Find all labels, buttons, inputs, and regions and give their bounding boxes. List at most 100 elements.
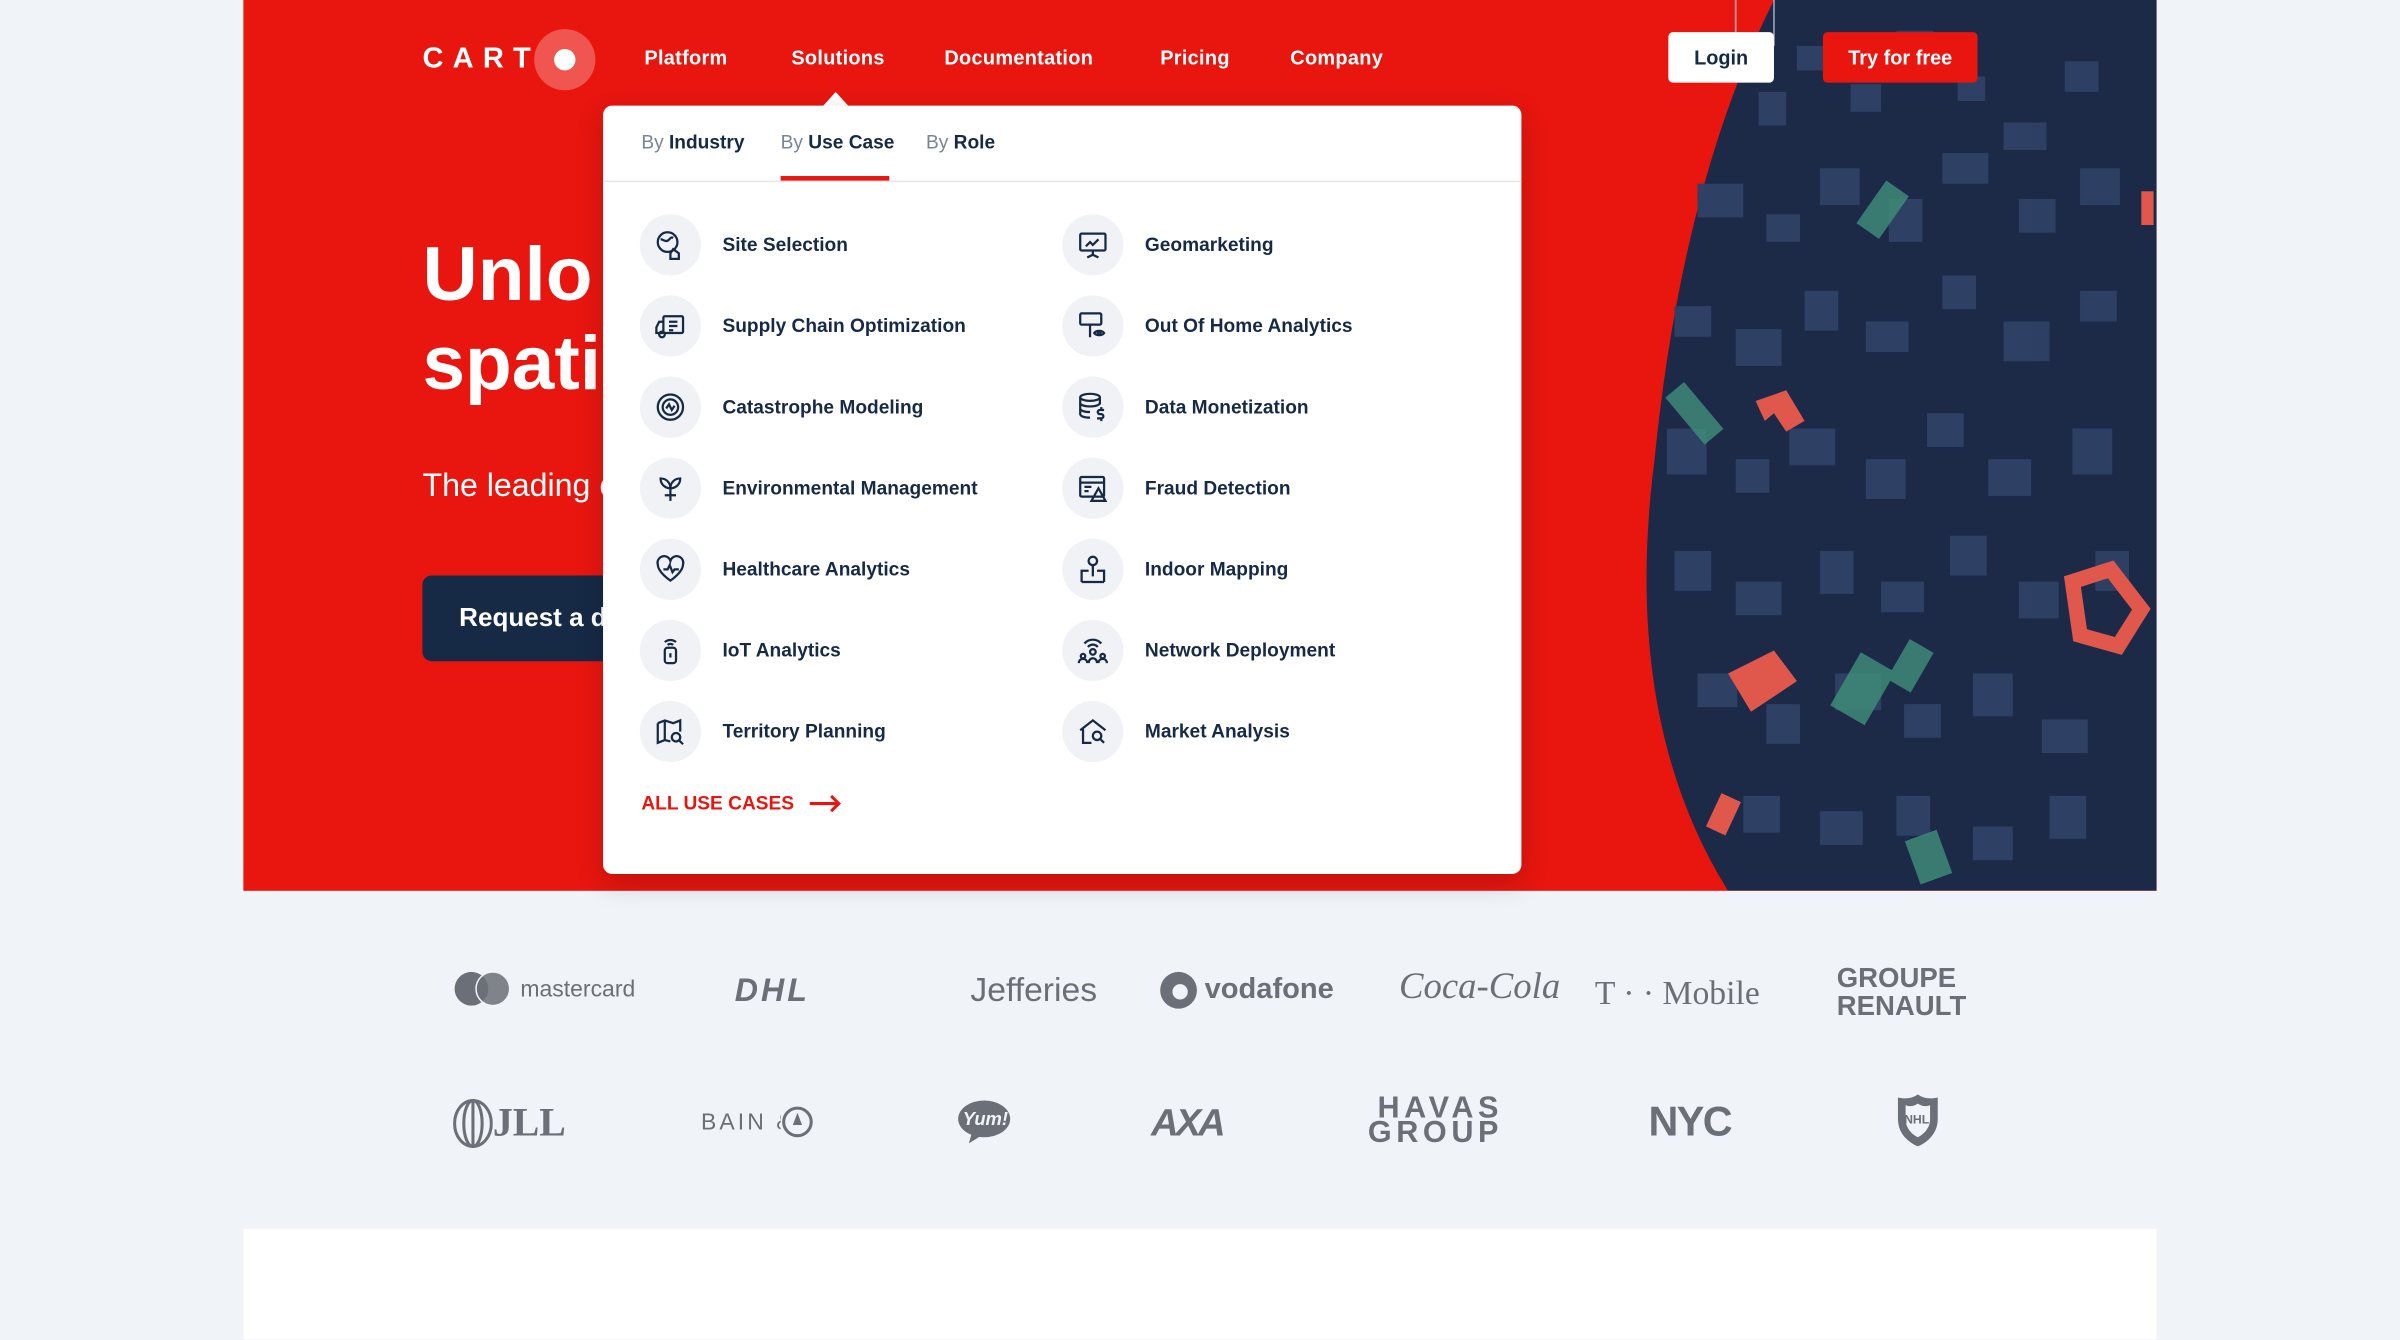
logo-jll: JLL xyxy=(453,1098,566,1148)
use-case-label: Fraud Detection xyxy=(1144,477,1291,499)
use-case-label: IoT Analytics xyxy=(722,639,841,662)
logo-text: HAVAS GROUP xyxy=(1367,1091,1504,1150)
logo-havas: HAVAS GROUP xyxy=(1365,1091,1504,1150)
logo-text: JLL xyxy=(492,1100,566,1145)
logo-circle-icon xyxy=(533,29,596,91)
truck-icon xyxy=(639,295,702,357)
tab-label: Industry xyxy=(668,131,745,154)
login-button[interactable]: Login xyxy=(1668,32,1774,83)
tab-by-role[interactable]: By Role xyxy=(926,132,995,153)
use-case-label: Site Selection xyxy=(722,234,848,256)
vodafone-speechmark-icon xyxy=(1160,971,1197,1009)
use-case-label: Healthcare Analytics xyxy=(722,558,910,581)
use-case-healthcare-analytics[interactable]: Healthcare Analytics xyxy=(639,538,910,600)
use-case-territory-planning[interactable]: Territory Planning xyxy=(639,701,886,763)
logo-groupe-renault: GROUPE RENAULT xyxy=(1837,964,1967,1019)
arrow-right-icon xyxy=(809,794,841,813)
logo-text: Coca-Cola xyxy=(1398,967,1561,1008)
indoor-pin-icon xyxy=(1062,538,1124,600)
logo-nyc: NYC xyxy=(1648,1098,1732,1146)
tab-label: Use Case xyxy=(808,131,895,154)
use-case-site-selection[interactable]: Site Selection xyxy=(639,214,848,276)
all-use-cases-label: ALL USE CASES xyxy=(641,792,795,815)
mastercard-circles-icon xyxy=(454,971,511,1007)
network-people-icon xyxy=(1062,619,1124,682)
use-case-label: Out Of Home Analytics xyxy=(1144,315,1353,337)
database-dollar-icon xyxy=(1062,376,1124,438)
logo-t-mobile: T · · Mobile xyxy=(1595,973,1760,1013)
use-case-label: Indoor Mapping xyxy=(1144,558,1289,581)
fraud-alert-icon xyxy=(1062,457,1124,519)
logo-coca-cola: Coca-Cola xyxy=(1399,967,1560,1008)
logo-text: AXA xyxy=(1151,1102,1226,1145)
logo-text: Yum! xyxy=(962,1108,1008,1130)
nav-solutions[interactable]: Solutions xyxy=(791,46,884,69)
nav-pricing[interactable]: Pricing xyxy=(1160,46,1230,69)
logo-text: Jefferies xyxy=(970,970,1098,1009)
use-case-label: Network Deployment xyxy=(1144,639,1336,662)
logo-text: GROUPE RENAULT xyxy=(1836,962,1967,1021)
all-use-cases-link[interactable]: ALL USE CASES xyxy=(641,793,843,814)
use-case-supply-chain[interactable]: Supply Chain Optimization xyxy=(639,295,966,357)
billboard-eye-icon xyxy=(1062,295,1124,357)
logo-vodafone: vodafone xyxy=(1159,970,1334,1010)
house-search-icon xyxy=(1062,701,1124,763)
nav-documentation[interactable]: Documentation xyxy=(944,46,1093,69)
bain-compass-icon xyxy=(782,1106,813,1138)
tab-prefix: By xyxy=(926,131,949,154)
use-case-environmental-management[interactable]: Environmental Management xyxy=(639,457,978,519)
use-case-iot-analytics[interactable]: IoT Analytics xyxy=(639,619,841,682)
tab-label: Role xyxy=(953,131,996,154)
plant-icon xyxy=(639,457,702,519)
presentation-icon xyxy=(1062,214,1124,276)
logo-wordmark: CART xyxy=(422,42,540,75)
hero-title-line1: Unlo xyxy=(422,231,593,317)
client-logos: mastercard DHL Jefferies vodafone Coca-C… xyxy=(0,918,2400,1209)
hero-subtitle: The leading c xyxy=(422,468,607,504)
logo-yum: Yum! xyxy=(957,1099,1012,1145)
hero-title-line2: spati xyxy=(422,319,602,406)
next-section xyxy=(243,1229,2157,1340)
tab-by-use-case[interactable]: By Use Case xyxy=(781,132,895,153)
use-case-fraud-detection[interactable]: Fraud Detection xyxy=(1062,457,1291,519)
try-for-free-button[interactable]: Try for free xyxy=(1822,32,1978,83)
use-case-out-of-home[interactable]: Out Of Home Analytics xyxy=(1062,295,1353,357)
use-case-label: Data Monetization xyxy=(1144,396,1309,418)
use-case-data-monetization[interactable]: Data Monetization xyxy=(1062,376,1309,438)
use-case-label: Territory Planning xyxy=(722,720,886,743)
iot-icon xyxy=(639,619,702,682)
logo-dhl: DHL xyxy=(735,973,810,1010)
use-case-label: Geomarketing xyxy=(1144,234,1274,256)
active-tab-indicator xyxy=(780,176,890,181)
dropdown-tabs: By Industry By Use Case By Role xyxy=(603,106,1522,183)
heart-pulse-icon xyxy=(639,538,702,600)
logo-text: mastercard xyxy=(520,975,636,1002)
hero-title: Unlo spati xyxy=(422,230,621,408)
logo-bain: BAIN & COMPANY xyxy=(701,1105,814,1139)
use-case-market-analysis[interactable]: Market Analysis xyxy=(1062,701,1290,763)
tab-by-industry[interactable]: By Industry xyxy=(641,132,744,153)
request-demo-button[interactable]: Request a d xyxy=(422,575,622,662)
use-case-label: Catastrophe Modeling xyxy=(722,396,924,418)
use-case-catastrophe-modeling[interactable]: Catastrophe Modeling xyxy=(639,376,924,438)
tab-prefix: By xyxy=(641,131,664,154)
logo-text: BAIN & COMPANY xyxy=(701,1108,781,1135)
solutions-dropdown: By Industry By Use Case By Role Site Sel… xyxy=(603,105,1522,874)
use-case-label: Market Analysis xyxy=(1144,720,1290,743)
use-case-label: Supply Chain Optimization xyxy=(722,315,966,337)
logo-axa: AXA xyxy=(1151,1102,1226,1146)
nav-platform[interactable]: Platform xyxy=(644,46,727,69)
site-selection-icon xyxy=(639,214,702,276)
use-case-network-deployment[interactable]: Network Deployment xyxy=(1062,619,1336,682)
logo-nhl: NHL xyxy=(1895,1093,1941,1148)
carto-logo[interactable]: CART xyxy=(422,29,596,91)
nav-company[interactable]: Company xyxy=(1290,46,1383,69)
use-case-indoor-mapping[interactable]: Indoor Mapping xyxy=(1062,538,1289,600)
map-search-icon xyxy=(639,701,702,763)
use-case-geomarketing[interactable]: Geomarketing xyxy=(1062,214,1274,276)
tab-prefix: By xyxy=(780,131,803,154)
use-case-label: Environmental Management xyxy=(722,477,978,499)
logo-jefferies: Jefferies xyxy=(970,970,1097,1010)
logo-text: DHL xyxy=(734,973,810,1009)
logo-text: NYC xyxy=(1648,1098,1732,1145)
